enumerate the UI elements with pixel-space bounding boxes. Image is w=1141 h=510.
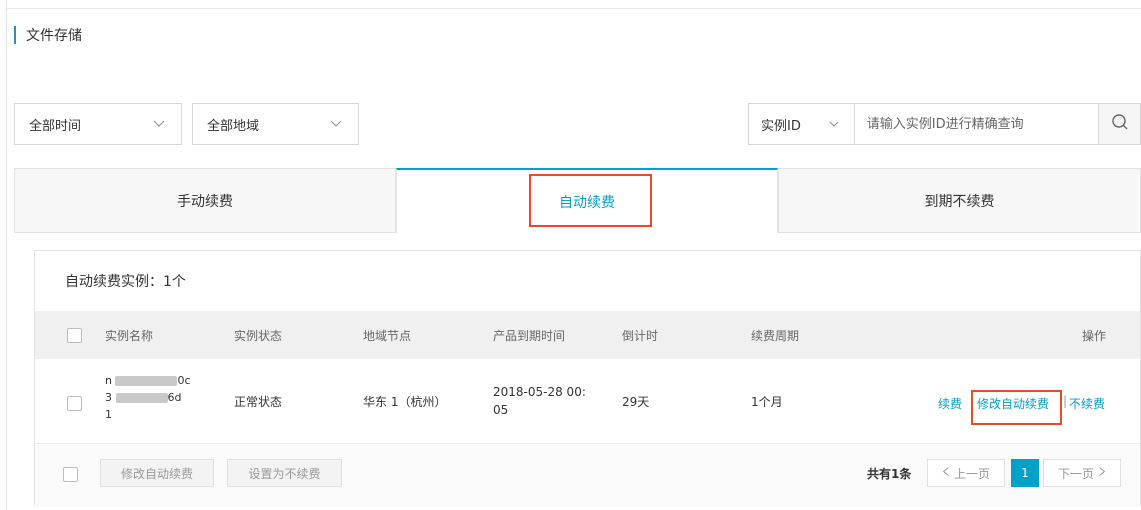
instance-name-part: 0c bbox=[177, 374, 191, 387]
instance-count-label: 自动续费实例：1个 bbox=[65, 274, 186, 290]
column-header-period: 续费周期 bbox=[751, 329, 800, 343]
top-divider bbox=[6, 8, 1141, 9]
tab-no-renewal[interactable]: 到期不续费 bbox=[778, 168, 1141, 233]
table-header: 实例名称 实例状态 地域节点 产品到期时间 倒计时 续费周期 操作 bbox=[35, 311, 1140, 359]
instance-region: 华东 1（杭州） bbox=[363, 395, 447, 409]
instance-countdown: 29天 bbox=[622, 395, 650, 409]
instance-name-part: 6d bbox=[167, 391, 182, 404]
tab-label: 手动续费 bbox=[177, 193, 233, 210]
page-header: 文件存储 bbox=[14, 25, 82, 45]
column-header-ops: 操作 bbox=[1082, 329, 1107, 343]
no-renew-link[interactable]: 不续费 bbox=[1069, 395, 1105, 412]
modify-highlight-box bbox=[971, 390, 1062, 425]
footer-select-all-checkbox[interactable] bbox=[63, 467, 78, 482]
chevron-down-icon bbox=[153, 117, 165, 129]
page-title: 文件存储 bbox=[26, 28, 82, 44]
batch-modify-auto-renew-button[interactable]: 修改自动续费 bbox=[100, 459, 214, 487]
instance-name-part: 3 bbox=[105, 391, 112, 404]
title-accent-bar bbox=[14, 26, 16, 44]
tab-label: 到期不续费 bbox=[924, 193, 995, 210]
chevron-down-icon bbox=[828, 118, 840, 130]
button-label: 设置为不续费 bbox=[248, 466, 321, 481]
column-header-status: 实例状态 bbox=[234, 329, 283, 343]
ops-separator: | bbox=[1063, 394, 1068, 408]
instance-id-search-input[interactable] bbox=[854, 104, 1099, 144]
search-type-select[interactable]: 实例ID bbox=[749, 104, 855, 144]
search-box: 实例ID bbox=[748, 103, 1141, 145]
row-checkbox[interactable] bbox=[67, 396, 82, 411]
search-icon bbox=[1111, 113, 1129, 135]
renew-link[interactable]: 续费 bbox=[938, 395, 962, 412]
search-button[interactable] bbox=[1098, 104, 1140, 144]
prev-page-label: 上一页 bbox=[953, 466, 990, 481]
prev-page-button[interactable]: 上一页 bbox=[927, 459, 1005, 487]
time-filter-value: 全部时间 bbox=[29, 118, 82, 134]
current-page[interactable]: 1 bbox=[1011, 459, 1039, 487]
button-label: 修改自动续费 bbox=[120, 466, 193, 481]
instance-status: 正常状态 bbox=[234, 395, 283, 409]
expire-time-line: 2018-05-28 00: bbox=[493, 385, 586, 399]
instance-name: n 0c 3 6d 1 bbox=[105, 372, 215, 423]
redacted-text bbox=[115, 393, 168, 403]
expire-time-line: 05 bbox=[493, 403, 509, 417]
chevron-left-icon bbox=[942, 466, 950, 480]
instance-panel: 自动续费实例：1个 实例名称 实例状态 地域节点 产品到期时间 倒计时 续费周期… bbox=[34, 250, 1141, 507]
search-type-value: 实例ID bbox=[761, 118, 801, 134]
column-header-region: 地域节点 bbox=[363, 329, 412, 343]
time-filter-select[interactable]: 全部时间 bbox=[14, 103, 182, 145]
region-filter-value: 全部地域 bbox=[207, 118, 260, 134]
chevron-right-icon bbox=[1098, 466, 1106, 480]
instance-name-part: 1 bbox=[105, 408, 112, 421]
column-header-countdown: 倒计时 bbox=[622, 329, 659, 343]
left-border bbox=[6, 0, 7, 510]
batch-set-no-renew-button[interactable]: 设置为不续费 bbox=[227, 459, 342, 487]
region-filter-select[interactable]: 全部地域 bbox=[192, 103, 359, 145]
redacted-text bbox=[115, 376, 178, 386]
instance-expire-time: 2018-05-28 00: 05 bbox=[493, 383, 586, 419]
instance-renew-period: 1个月 bbox=[751, 395, 783, 409]
column-header-expire: 产品到期时间 bbox=[493, 329, 566, 343]
table-footer: 修改自动续费 设置为不续费 共有1条 上一页 1 下一页 bbox=[35, 445, 1140, 507]
instance-name-part: n bbox=[105, 374, 112, 387]
pager-total: 共有1条 bbox=[867, 467, 912, 481]
tab-manual-renewal[interactable]: 手动续费 bbox=[14, 168, 396, 233]
next-page-button[interactable]: 下一页 bbox=[1043, 459, 1121, 487]
tab-highlight-box bbox=[529, 174, 652, 227]
column-header-name: 实例名称 bbox=[105, 329, 154, 343]
chevron-down-icon bbox=[330, 117, 342, 129]
table-row: n 0c 3 6d 1 正常状态 华东 1（杭州） 2018-05-28 00:… bbox=[35, 359, 1140, 444]
select-all-checkbox[interactable] bbox=[67, 328, 82, 343]
page: 文件存储 全部时间 全部地域 实例ID 手动续费 bbox=[0, 0, 1141, 510]
next-page-label: 下一页 bbox=[1057, 466, 1094, 481]
